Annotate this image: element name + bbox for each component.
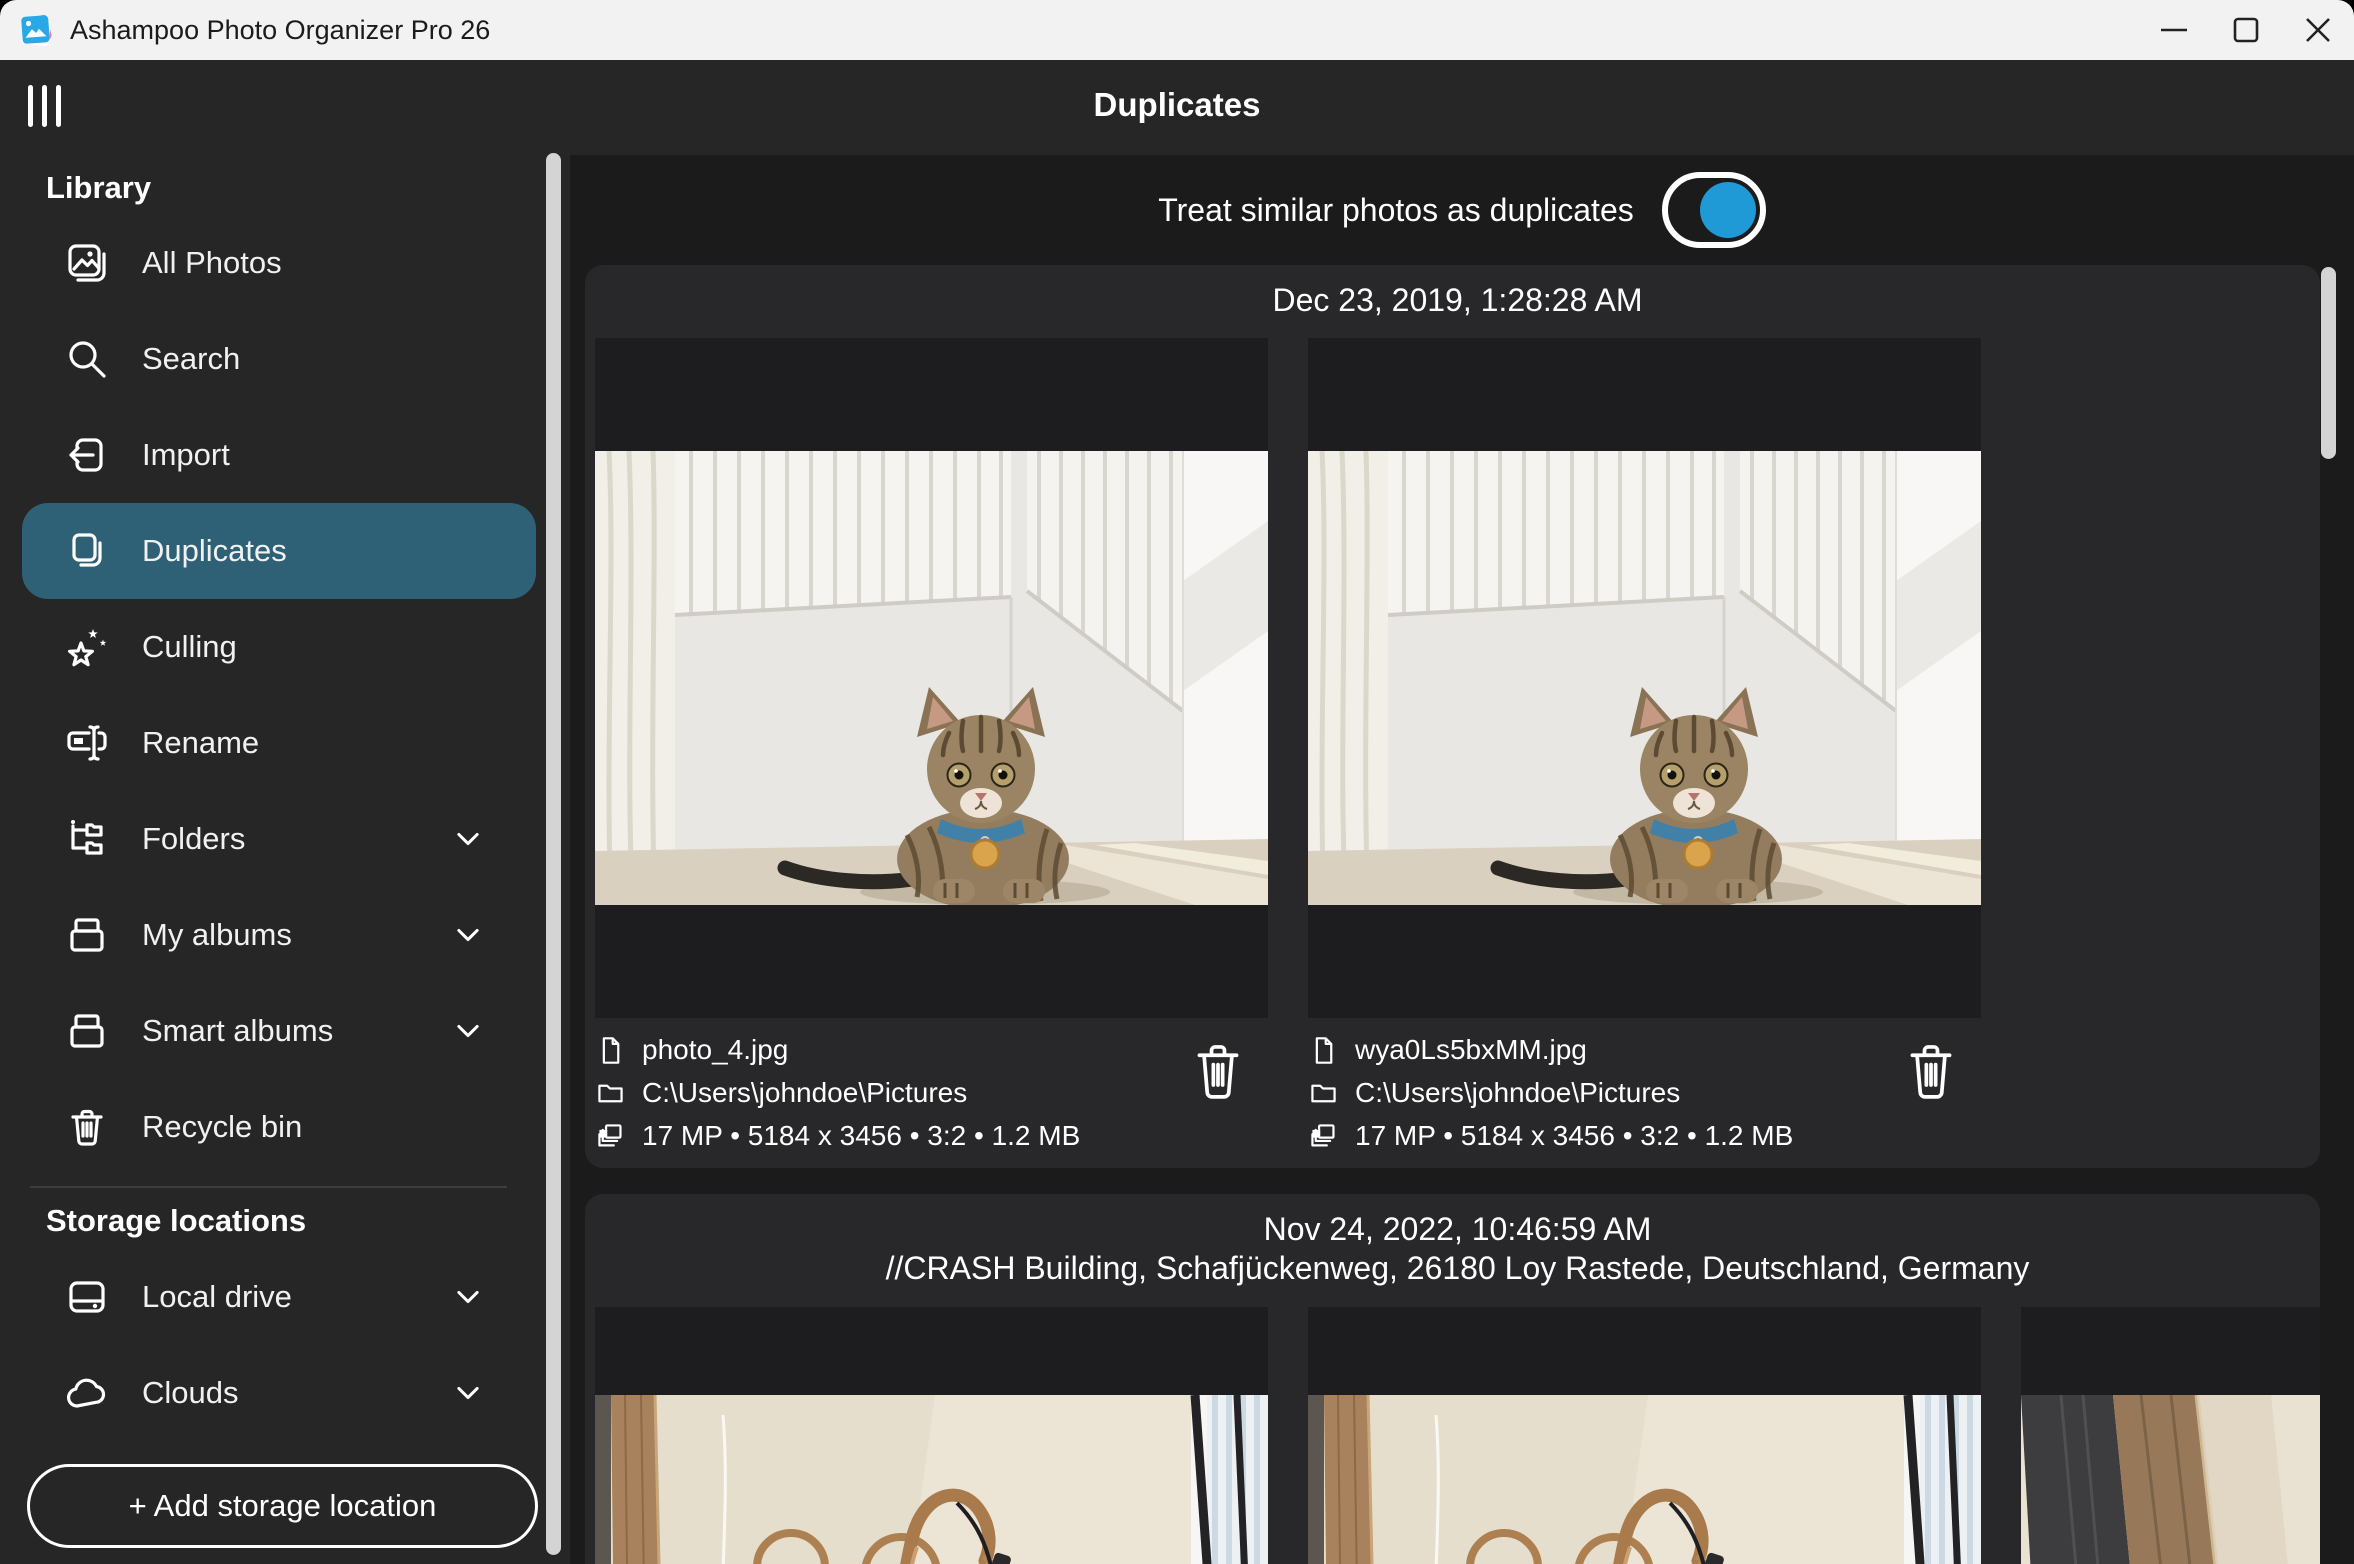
photo-path: C:\Users\johndoe\Pictures [642,1077,967,1109]
cloud-icon [62,1368,112,1418]
image-stack-icon [595,1121,626,1152]
sidebar-item-import[interactable]: Import [22,407,536,503]
sidebar-divider [30,1186,507,1188]
sidebar-item-label: My albums [142,917,292,953]
group-photo-row [595,1307,2320,1564]
photo-thumbnail[interactable] [1308,1307,1981,1564]
rename-icon [62,718,112,768]
duplicate-group: Nov 24, 2022, 10:46:59 AM //CRASH Buildi… [585,1194,2320,1564]
duplicate-photo-cell [595,1307,1268,1564]
delete-photo-button[interactable] [1190,1038,1246,1108]
sidebar-item-label: Recycle bin [142,1109,302,1145]
maximize-button[interactable] [2210,0,2282,60]
chevron-down-icon [446,1009,490,1053]
sidebar-item-my-albums[interactable]: My albums [22,887,536,983]
sidebar-item-label: Rename [142,725,259,761]
duplicate-group: Dec 23, 2019, 1:28:28 AM photo_4.jpg C:\… [585,265,2320,1168]
sidebar-item-label: Clouds [142,1375,239,1411]
sidebar-scrollbar[interactable] [546,153,561,1555]
culling-icon [62,622,112,672]
sidebar-item-culling[interactable]: Culling [22,599,536,695]
add-storage-location-button[interactable]: + Add storage location [27,1464,538,1548]
sidebar-item-smart-albums[interactable]: Smart albums [22,983,536,1079]
toggle-knob [1700,182,1756,238]
photo-filename: photo_4.jpg [642,1034,788,1066]
duplicate-photo-cell [1308,1307,1981,1564]
photo-thumbnail[interactable] [1308,338,1981,1018]
photo-path: C:\Users\johndoe\Pictures [1355,1077,1680,1109]
chevron-down-icon [446,1275,490,1319]
app-logo-icon [16,10,56,50]
toggle-label: Treat similar photos as duplicates [1158,192,1633,229]
file-icon [1308,1035,1339,1066]
folder-tree-icon [62,814,112,864]
sidebar-item-recycle-bin[interactable]: Recycle bin [22,1079,536,1175]
file-icon [595,1035,626,1066]
sidebar-item-label: Import [142,437,230,473]
library-section-label: Library [46,170,151,206]
trash-icon [62,1102,112,1152]
chevron-down-icon [446,913,490,957]
import-icon [62,430,112,480]
chevron-down-icon [446,817,490,861]
app-window: Ashampoo Photo Organizer Pro 26 Duplicat… [0,0,2354,1564]
photo-thumbnail[interactable] [595,338,1268,1018]
similar-photos-toggle-row: Treat similar photos as duplicates [570,155,2354,265]
sidebar-item-all-photos[interactable]: All Photos [22,215,536,311]
search-icon [62,334,112,384]
close-button[interactable] [2282,0,2354,60]
library-nav: All Photos Search Import Duplicates Cull… [0,215,545,1175]
duplicate-photo-cell [2021,1307,2320,1564]
storage-nav: Local drive Clouds [0,1249,545,1441]
photo-meta: 17 MP • 5184 x 3456 • 3:2 • 1.2 MB [1355,1120,1793,1152]
sidebar-item-label: Duplicates [142,533,287,569]
sidebar-item-clouds[interactable]: Clouds [22,1345,536,1441]
trash-icon [1192,1039,1244,1105]
delete-photo-button[interactable] [1903,1038,1959,1108]
sidebar-item-local-drive[interactable]: Local drive [22,1249,536,1345]
sidebar-item-search[interactable]: Search [22,311,536,407]
sidebar-item-label: Search [142,341,240,377]
group-date-heading: Nov 24, 2022, 10:46:59 AM [595,1210,2320,1248]
sidebar-item-duplicates[interactable]: Duplicates [22,503,536,599]
sidebar-item-rename[interactable]: Rename [22,695,536,791]
page-title: Duplicates [0,86,2354,124]
duplicates-view: Treat similar photos as duplicates Dec 2… [570,155,2354,1564]
group-photo-row: photo_4.jpg C:\Users\johndoe\Pictures 17… [595,338,2320,1152]
duplicate-photo-cell: photo_4.jpg C:\Users\johndoe\Pictures 17… [595,338,1268,1152]
folder-icon [595,1078,626,1109]
duplicates-icon [62,526,112,576]
minimize-button[interactable] [2138,0,2210,60]
trash-icon [1905,1039,1957,1105]
sidebar: Library All Photos Search Import Duplica… [0,60,545,1564]
group-location-heading: //CRASH Building, Schafjückenweg, 26180 … [595,1248,2320,1288]
album-icon [62,1006,112,1056]
photo-filename: wya0Ls5bxMM.jpg [1355,1034,1587,1066]
window-controls [2138,0,2354,60]
sidebar-item-label: Culling [142,629,237,665]
sidebar-item-label: All Photos [142,245,282,281]
storage-section-label: Storage locations [46,1203,306,1239]
photo-thumbnail[interactable] [595,1307,1268,1564]
similar-photos-toggle[interactable] [1662,172,1766,248]
titlebar: Ashampoo Photo Organizer Pro 26 [0,0,2354,60]
duplicate-photo-cell: wya0Ls5bxMM.jpg C:\Users\johndoe\Picture… [1308,338,1981,1152]
album-icon [62,910,112,960]
photo-info: wya0Ls5bxMM.jpg C:\Users\johndoe\Picture… [1308,1034,1981,1152]
photos-icon [62,238,112,288]
photo-thumbnail[interactable] [2021,1307,2320,1564]
content-scrollbar[interactable] [2321,267,2336,459]
window-title: Ashampoo Photo Organizer Pro 26 [70,15,490,46]
photo-meta: 17 MP • 5184 x 3456 • 3:2 • 1.2 MB [642,1120,1080,1152]
sidebar-item-label: Local drive [142,1279,292,1315]
sidebar-item-label: Folders [142,821,245,857]
photo-info: photo_4.jpg C:\Users\johndoe\Pictures 17… [595,1034,1268,1152]
image-stack-icon [1308,1121,1339,1152]
sidebar-item-label: Smart albums [142,1013,333,1049]
drive-icon [62,1272,112,1322]
sidebar-item-folders[interactable]: Folders [22,791,536,887]
group-date-heading: Dec 23, 2019, 1:28:28 AM [595,281,2320,319]
folder-icon [1308,1078,1339,1109]
chevron-down-icon [446,1371,490,1415]
